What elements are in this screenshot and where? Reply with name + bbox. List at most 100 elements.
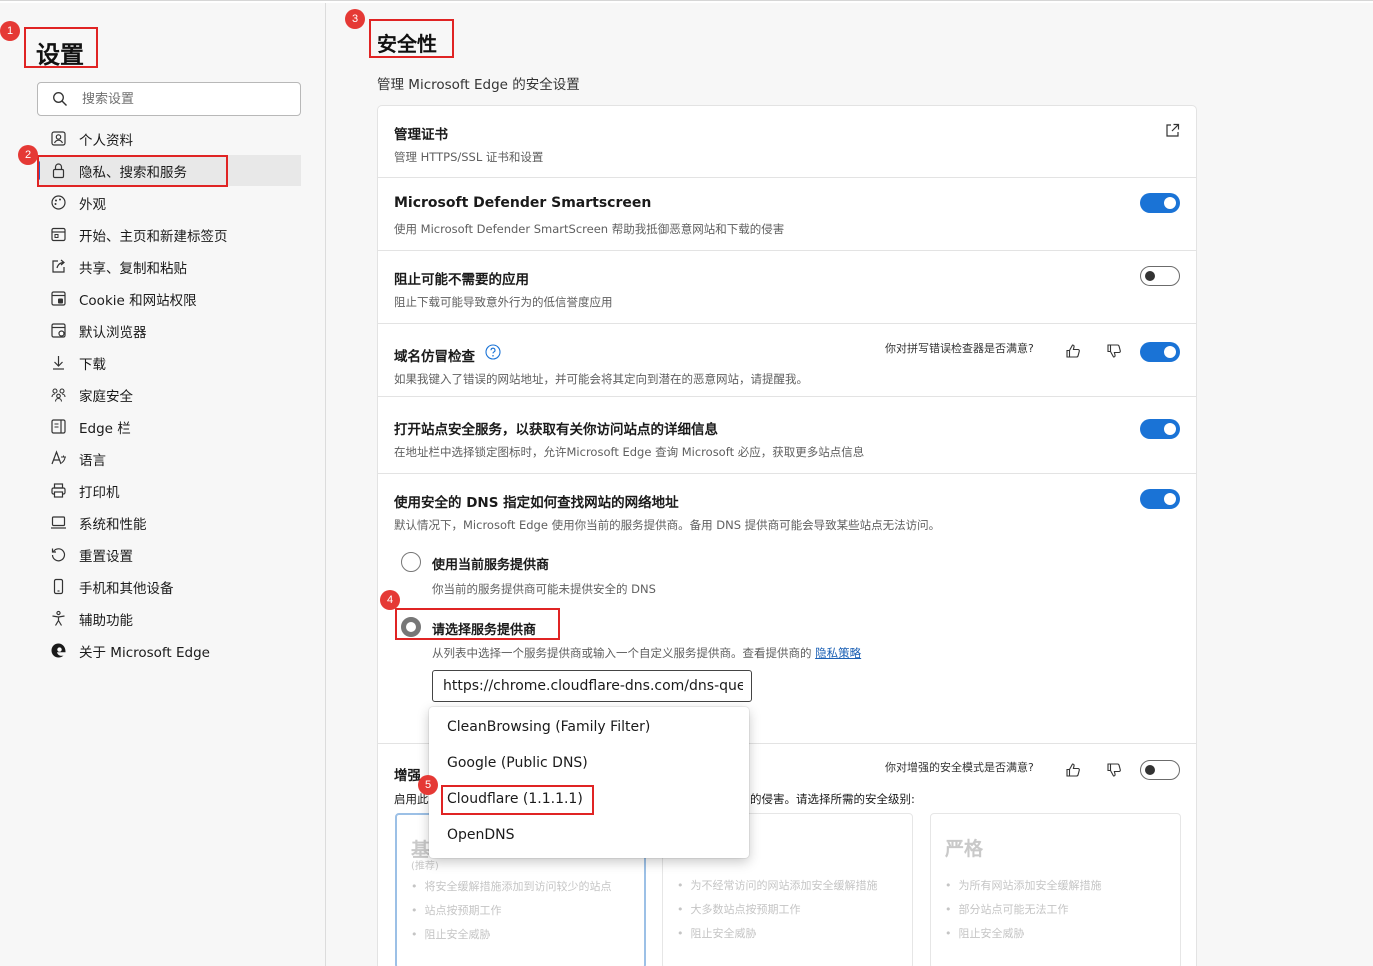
sidebar-item-label: 开始、主页和新建标签页 xyxy=(79,228,228,245)
sidebar-item-cookies[interactable]: Cookie 和网站权限 xyxy=(37,283,301,314)
annotation-box-2 xyxy=(37,155,228,187)
edge-bar-icon xyxy=(51,419,66,434)
sidebar-item-label: Cookie 和网站权限 xyxy=(79,292,197,309)
level-title: 严格 xyxy=(945,838,984,860)
cert-desc: 管理 HTTPS/SSL 证书和设置 xyxy=(394,150,544,164)
annotation-badge-2: 2 xyxy=(18,145,38,165)
sidebar-item-label: 语言 xyxy=(79,452,106,469)
block-pua-row: 阻止可能不需要的应用 阻止下载可能导致意外行为的低信誉度应用 xyxy=(377,250,1197,324)
enhanced-desc-end: 的侵害。请选择所需的安全级别: xyxy=(750,792,915,806)
sidebar-item-share[interactable]: 共享、复制和粘贴 xyxy=(37,251,301,282)
level-subtitle: (推荐) xyxy=(411,861,439,872)
level-bullet: • 站点按预期工作 xyxy=(411,904,502,917)
annotation-box-4 xyxy=(395,608,560,640)
sidebar-item-accessibility[interactable]: 辅助功能 xyxy=(37,603,301,634)
start-page-icon xyxy=(51,227,66,242)
cookie-icon xyxy=(51,291,66,306)
smartscreen-title: Microsoft Defender Smartscreen xyxy=(394,195,652,211)
enhanced-title: 增强 xyxy=(394,768,421,784)
annotation-box-3 xyxy=(369,19,454,58)
smartscreen-toggle[interactable] xyxy=(1140,193,1180,213)
annotation-badge-4: 4 xyxy=(380,590,400,610)
annotation-box-5 xyxy=(441,785,594,815)
thumbs-down-icon[interactable] xyxy=(1106,343,1122,359)
sidebar-item-label: 个人资料 xyxy=(79,132,133,149)
level-bullet: • 大多数站点按预期工作 xyxy=(677,903,801,916)
thumbs-up-icon[interactable] xyxy=(1065,343,1081,359)
radio-current-provider[interactable] xyxy=(401,552,421,572)
sidebar-item-printers[interactable]: 打印机 xyxy=(37,475,301,506)
typo-title: 域名仿冒检查 xyxy=(394,349,475,365)
dns-title: 使用安全的 DNS 指定如何查找网站的网络地址 xyxy=(394,495,679,511)
site-safety-toggle[interactable] xyxy=(1140,419,1180,439)
sidebar-item-label: 打印机 xyxy=(79,484,120,501)
settings-sidebar: 设置 个人资料 隐私、搜索和服务 外观 开始、主页和新建标签页 共享、复制和粘贴… xyxy=(0,3,326,966)
sidebar-item-downloads[interactable]: 下载 xyxy=(37,347,301,378)
pua-toggle[interactable] xyxy=(1140,266,1180,286)
sidebar-item-reset[interactable]: 重置设置 xyxy=(37,539,301,570)
sidebar-item-label: 家庭安全 xyxy=(79,388,133,405)
site-safety-row: 打开站点安全服务，以获取有关你访问站点的详细信息 在地址栏中选择锁定图标时，允许… xyxy=(377,396,1197,474)
language-icon xyxy=(51,450,66,465)
sidebar-item-label: Edge 栏 xyxy=(79,420,131,437)
download-icon xyxy=(53,356,64,370)
sidebar-item-system[interactable]: 系统和性能 xyxy=(37,507,301,538)
help-icon[interactable] xyxy=(485,344,501,360)
dns-toggle[interactable] xyxy=(1140,489,1180,509)
annotation-box-1 xyxy=(24,27,98,68)
sidebar-item-label: 手机和其他设备 xyxy=(79,580,174,597)
sidebar-item-phone[interactable]: 手机和其他设备 xyxy=(37,571,301,602)
level-bullet: • 阻止安全威胁 xyxy=(945,927,1025,940)
dropdown-option-cleanbrowsing[interactable]: CleanBrowsing (Family Filter) xyxy=(447,719,650,735)
dns-provider-field[interactable] xyxy=(432,670,752,702)
level-card-strict[interactable]: 严格 • 为所有网站添加安全缓解措施 • 部分站点可能无法工作 • 阻止安全威胁 xyxy=(930,813,1181,966)
family-icon xyxy=(51,388,66,402)
sidebar-item-appearance[interactable]: 外观 xyxy=(37,187,301,218)
dns-desc: 默认情况下，Microsoft Edge 使用你当前的服务提供商。备用 DNS … xyxy=(394,518,941,532)
dns-provider-input[interactable] xyxy=(443,676,743,696)
sidebar-item-profile[interactable]: 个人资料 xyxy=(37,123,301,154)
sidebar-item-label: 外观 xyxy=(79,196,106,213)
dropdown-option-google[interactable]: Google (Public DNS) xyxy=(447,755,588,771)
external-link-icon[interactable] xyxy=(1165,123,1180,138)
dropdown-option-opendns[interactable]: OpenDNS xyxy=(447,827,515,843)
system-icon xyxy=(51,516,66,529)
manage-certificates-row[interactable]: 管理证书 管理 HTTPS/SSL 证书和设置 xyxy=(377,105,1197,178)
choose-provider-desc-text: 从列表中选择一个服务提供商或输入一个自定义服务提供商。查看提供商的 xyxy=(432,646,812,660)
pua-desc: 阻止下载可能导致意外行为的低信誉度应用 xyxy=(394,295,613,309)
cert-title: 管理证书 xyxy=(394,127,448,143)
enhanced-toggle[interactable] xyxy=(1140,760,1180,780)
search-settings-box[interactable] xyxy=(37,82,301,116)
sidebar-item-edge-bar[interactable]: Edge 栏 xyxy=(37,411,301,442)
sidebar-item-language[interactable]: 语言 xyxy=(37,443,301,474)
search-icon xyxy=(53,92,67,106)
profile-icon xyxy=(51,131,66,146)
level-bullet: • 阻止安全威胁 xyxy=(411,928,491,941)
sidebar-item-start[interactable]: 开始、主页和新建标签页 xyxy=(37,219,301,250)
site-safety-desc: 在地址栏中选择锁定图标时，允许Microsoft Edge 查询 Microso… xyxy=(394,445,865,459)
smartscreen-row: Microsoft Defender Smartscreen 使用 Micros… xyxy=(377,177,1197,251)
level-bullet: • 部分站点可能无法工作 xyxy=(945,903,1069,916)
privacy-policy-link[interactable]: 隐私策略 xyxy=(815,646,861,660)
level-bullet: • 将安全缓解措施添加到访问较少的站点 xyxy=(411,880,612,893)
sidebar-item-about[interactable]: 关于 Microsoft Edge xyxy=(37,635,301,666)
thumbs-up-icon[interactable] xyxy=(1065,762,1081,778)
current-provider-desc: 你当前的服务提供商可能未提供安全的 DNS xyxy=(432,582,656,596)
smartscreen-desc: 使用 Microsoft Defender SmartScreen 帮助我抵御恶… xyxy=(394,222,785,236)
reset-icon xyxy=(51,548,66,562)
pua-title: 阻止可能不需要的应用 xyxy=(394,272,529,288)
typo-feedback-question: 你对拼写错误检查器是否满意? xyxy=(885,342,1034,355)
phone-icon xyxy=(53,578,64,595)
appearance-icon xyxy=(51,195,66,210)
level-bullet: • 阻止安全威胁 xyxy=(677,927,757,940)
enhanced-feedback-question: 你对增强的安全模式是否满意? xyxy=(885,761,1034,774)
sidebar-item-label: 辅助功能 xyxy=(79,612,133,629)
sidebar-item-default-browser[interactable]: 默认浏览器 xyxy=(37,315,301,346)
search-input[interactable] xyxy=(82,89,292,109)
printer-icon xyxy=(51,483,66,498)
thumbs-down-icon[interactable] xyxy=(1106,762,1122,778)
choose-provider-desc: 从列表中选择一个服务提供商或输入一个自定义服务提供商。查看提供商的 隐私策略 xyxy=(432,645,861,661)
annotation-badge-5: 5 xyxy=(418,775,438,795)
sidebar-item-family[interactable]: 家庭安全 xyxy=(37,379,301,410)
typo-toggle[interactable] xyxy=(1140,342,1180,362)
